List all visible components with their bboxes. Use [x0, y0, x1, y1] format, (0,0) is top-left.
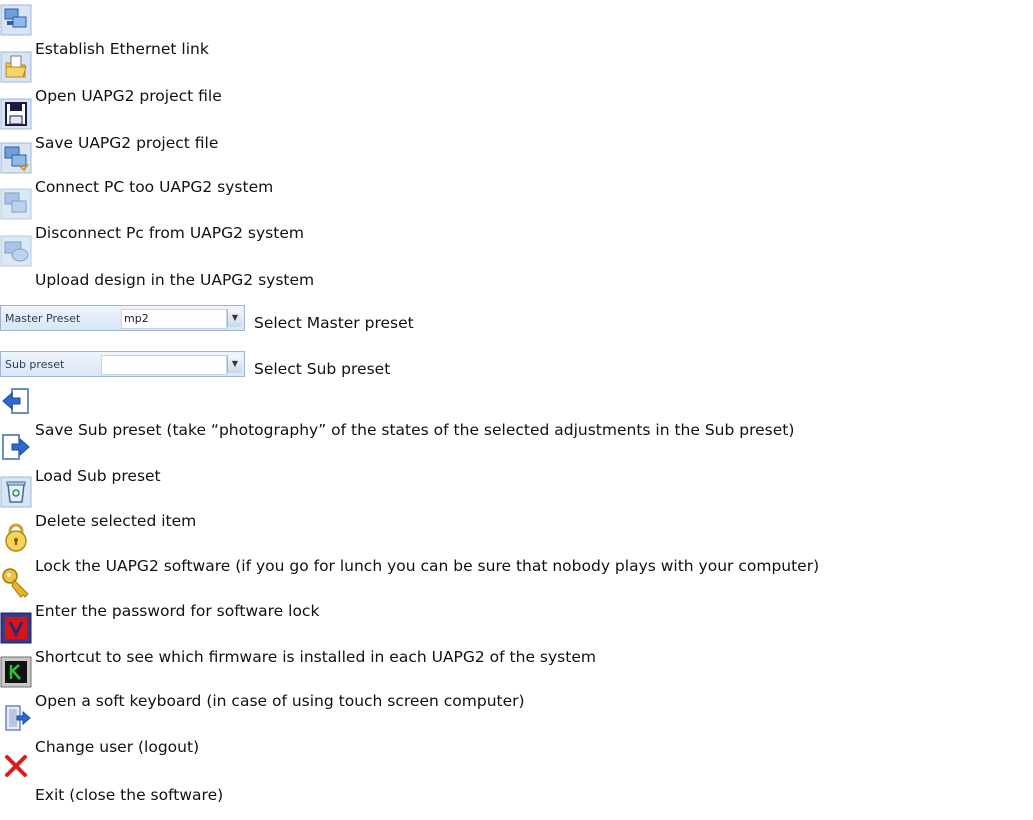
- save-sub-preset-icon: [2, 388, 29, 414]
- disconnect-icon: [0, 188, 32, 220]
- keyboard-icon: [0, 656, 32, 688]
- legend-label: Enter the password for software lock: [35, 602, 320, 620]
- chevron-down-icon[interactable]: ▼: [227, 355, 242, 373]
- legend-label: Open a soft keyboard (in case of using t…: [35, 692, 525, 710]
- legend-label: Load Sub preset: [35, 467, 161, 485]
- legend-row-master-preset: Master Preset mp2 ▼ Select Master preset: [0, 305, 500, 351]
- floppy-disk-icon: [0, 98, 32, 130]
- legend-label: Disconnect Pc from UAPG2 system: [35, 224, 304, 242]
- master-preset-value[interactable]: mp2: [121, 309, 227, 329]
- legend-label: Lock the UAPG2 software (if you go for l…: [35, 557, 820, 575]
- sub-preset-combo[interactable]: Sub preset ▼: [0, 351, 245, 377]
- legend-label: Save Sub preset (take “photography” of t…: [35, 421, 795, 439]
- chevron-down-icon[interactable]: ▼: [227, 309, 242, 327]
- legend-label: Upload design in the UAPG2 system: [35, 271, 315, 289]
- legend-label: Change user (logout): [35, 738, 200, 756]
- legend-label: Establish Ethernet link: [35, 40, 209, 58]
- master-preset-caption: Master Preset: [5, 312, 81, 325]
- master-preset-combo[interactable]: Master Preset mp2 ▼: [0, 305, 245, 331]
- key-icon: [2, 568, 29, 598]
- legend-label: Open UAPG2 project file: [35, 87, 222, 105]
- firmware-icon: [0, 612, 32, 644]
- trash-icon: [0, 476, 32, 508]
- lock-icon: [5, 523, 27, 552]
- upload-icon: [0, 235, 32, 267]
- legend-row-sub-preset: Sub preset ▼ Select Sub preset: [0, 351, 500, 397]
- legend-label: Exit (close the software): [35, 786, 224, 804]
- legend-label: Select Sub preset: [254, 360, 391, 378]
- legend-label: Connect PC too UAPG2 system: [35, 178, 274, 196]
- load-sub-preset-icon: [2, 434, 30, 460]
- connect-icon: [0, 142, 32, 174]
- legend-label: Delete selected item: [35, 512, 197, 530]
- legend-label: Select Master preset: [254, 314, 414, 332]
- sub-preset-caption: Sub preset: [5, 358, 65, 371]
- logout-icon: [5, 705, 31, 731]
- sub-preset-value[interactable]: [101, 355, 227, 375]
- open-folder-icon: [0, 51, 32, 83]
- legend-label: Save UAPG2 project file: [35, 134, 219, 152]
- exit-icon: [5, 755, 27, 777]
- ethernet-link-icon: [0, 4, 32, 36]
- legend-label: Shortcut to see which firmware is instal…: [35, 648, 596, 666]
